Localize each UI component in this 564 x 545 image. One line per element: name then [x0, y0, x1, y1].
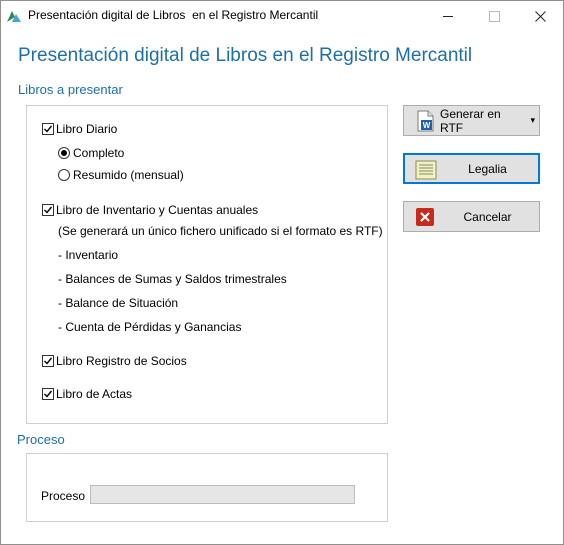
- maximize-icon: [488, 10, 500, 22]
- generar-rtf-button[interactable]: W Generar en RTF ▾: [403, 105, 540, 136]
- radio-unselected-icon: [58, 169, 70, 181]
- socios-label: Libro Registro de Socios: [56, 354, 187, 368]
- close-icon: [534, 10, 546, 22]
- resumido-radio[interactable]: Resumido (mensual): [58, 168, 184, 182]
- inventario-note: (Se generará un único fichero unificado …: [58, 224, 383, 238]
- libro-diario-label: Libro Diario: [56, 122, 118, 136]
- actas-checkbox[interactable]: Libro de Actas: [42, 387, 132, 401]
- legalia-document-icon: [415, 160, 437, 180]
- cancelar-label: Cancelar: [463, 209, 512, 224]
- cancel-x-icon: [416, 208, 434, 226]
- inventario-item: - Balances de Sumas y Saldos trimestrale…: [58, 272, 287, 286]
- svg-text:W: W: [423, 121, 431, 130]
- progress-label: Proceso: [41, 489, 86, 503]
- title-bar: Presentación digital de Libros en el Reg…: [1, 1, 563, 31]
- checkbox-checked-icon: [42, 204, 54, 216]
- inventario-item: - Inventario: [58, 248, 119, 262]
- resumido-label: Resumido (mensual): [73, 168, 184, 182]
- completo-label: Completo: [73, 146, 125, 160]
- legalia-button[interactable]: Legalia: [403, 153, 540, 184]
- page-title: Presentación digital de Libros en el Reg…: [18, 45, 473, 66]
- dropdown-arrow-icon: ▾: [530, 115, 535, 125]
- checkbox-checked-icon: [42, 355, 54, 367]
- generar-rtf-label: Generar en RTF ▾: [440, 106, 535, 135]
- progress-bar: [90, 485, 355, 504]
- checkbox-checked-icon: [42, 388, 54, 400]
- inventario-label: Libro de Inventario y Cuentas anuales: [56, 203, 259, 217]
- socios-checkbox[interactable]: Libro Registro de Socios: [42, 354, 187, 368]
- inventario-item: - Cuenta de Pérdidas y Ganancias: [58, 320, 242, 334]
- radio-selected-icon: [58, 147, 70, 159]
- process-section-label: Proceso: [17, 432, 65, 447]
- libro-diario-checkbox[interactable]: Libro Diario: [42, 122, 117, 136]
- window-title: Presentación digital de Libros en el Reg…: [28, 8, 319, 22]
- word-doc-icon: W: [417, 110, 434, 132]
- cancelar-button[interactable]: Cancelar: [403, 201, 540, 232]
- books-section-label: Libros a presentar: [18, 82, 123, 97]
- main-window: Presentación digital de Libros en el Reg…: [0, 0, 564, 545]
- actas-label: Libro de Actas: [56, 387, 133, 401]
- minimize-button[interactable]: [425, 1, 471, 31]
- legalia-label: Legalia: [468, 161, 507, 176]
- completo-radio[interactable]: Completo: [58, 146, 124, 160]
- app-logo-icon: [7, 11, 21, 22]
- checkbox-checked-icon: [42, 123, 54, 135]
- inventario-item: - Balance de Situación: [58, 296, 179, 310]
- minimize-icon: [443, 15, 453, 17]
- inventario-checkbox[interactable]: Libro de Inventario y Cuentas anuales: [42, 203, 258, 217]
- close-button[interactable]: [517, 1, 563, 31]
- maximize-button[interactable]: [471, 1, 517, 31]
